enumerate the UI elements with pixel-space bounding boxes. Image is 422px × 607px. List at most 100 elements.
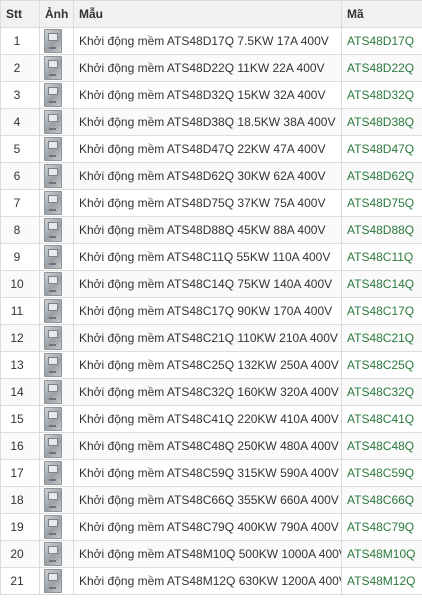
row-stt: 13 [0, 351, 40, 379]
row-stt: 1 [0, 27, 40, 55]
product-thumbnail-icon[interactable] [44, 299, 62, 323]
table-row: 6 Khởi động mềm ATS48D62Q 30KW 62A 400V AT… [0, 162, 422, 190]
product-thumbnail-icon[interactable] [44, 434, 62, 458]
product-thumbnail-icon[interactable] [44, 272, 62, 296]
product-thumbnail-icon[interactable] [44, 326, 62, 350]
row-image-cell [39, 162, 74, 190]
product-thumbnail-icon[interactable] [44, 137, 62, 161]
row-stt: 14 [0, 378, 40, 406]
row-image-cell [39, 297, 74, 325]
header-image: Ảnh [39, 0, 74, 28]
row-model: Khởi động mềm ATS48C59Q 315KW 590A 400V [73, 459, 342, 487]
row-model: Khởi động mềm ATS48D47Q 22KW 47A 400V [73, 135, 342, 163]
row-image-cell [39, 513, 74, 541]
row-stt: 6 [0, 162, 40, 190]
row-code-link[interactable]: ATS48C59Q [341, 459, 422, 487]
product-thumbnail-icon[interactable] [44, 515, 62, 539]
product-thumbnail-icon[interactable] [44, 488, 62, 512]
row-image-cell [39, 405, 74, 433]
table-row: 14 Khởi động mềm ATS48C32Q 160KW 320A 400… [0, 378, 422, 406]
row-code-link[interactable]: ATS48D17Q [341, 27, 422, 55]
row-model: Khởi động mềm ATS48D32Q 15KW 32A 400V [73, 81, 342, 109]
product-thumbnail-icon[interactable] [44, 164, 62, 188]
table-row: 10 Khởi động mềm ATS48C14Q 75KW 140A 400V… [0, 270, 422, 298]
row-code-link[interactable]: ATS48D88Q [341, 216, 422, 244]
row-image-cell [39, 81, 74, 109]
row-stt: 9 [0, 243, 40, 271]
row-code-link[interactable]: ATS48C14Q [341, 270, 422, 298]
product-thumbnail-icon[interactable] [44, 83, 62, 107]
row-stt: 21 [0, 567, 40, 595]
row-model: Khởi động mềm ATS48D22Q 11KW 22A 400V [73, 54, 342, 82]
row-image-cell [39, 54, 74, 82]
row-model: Khởi động mềm ATS48C48Q 250KW 480A 400V [73, 432, 342, 460]
row-stt: 4 [0, 108, 40, 136]
product-thumbnail-icon[interactable] [44, 110, 62, 134]
row-code-link[interactable]: ATS48C17Q [341, 297, 422, 325]
table-row: 3 Khởi động mềm ATS48D32Q 15KW 32A 400V AT… [0, 81, 422, 109]
table-row: 2 Khởi động mềm ATS48D22Q 11KW 22A 400V AT… [0, 54, 422, 82]
row-model: Khởi động mềm ATS48C21Q 110KW 210A 400V [73, 324, 342, 352]
row-stt: 8 [0, 216, 40, 244]
row-code-link[interactable]: ATS48D38Q [341, 108, 422, 136]
table-row: 7 Khởi động mềm ATS48D75Q 37KW 75A 400V AT… [0, 189, 422, 217]
row-model: Khởi động mềm ATS48D38Q 18.5KW 38A 400V [73, 108, 342, 136]
row-model: Khởi động mềm ATS48C25Q 132KW 250A 400V [73, 351, 342, 379]
product-thumbnail-icon[interactable] [44, 191, 62, 215]
row-code-link[interactable]: ATS48C41Q [341, 405, 422, 433]
row-stt: 5 [0, 135, 40, 163]
row-code-link[interactable]: ATS48C21Q [341, 324, 422, 352]
table-header-row: Stt Ảnh Mẫu Mã [0, 0, 422, 28]
product-thumbnail-icon[interactable] [44, 218, 62, 242]
row-code-link[interactable]: ATS48C48Q [341, 432, 422, 460]
product-thumbnail-icon[interactable] [44, 461, 62, 485]
product-thumbnail-icon[interactable] [44, 542, 62, 566]
row-model: Khởi động mềm ATS48D88Q 45KW 88A 400V [73, 216, 342, 244]
table-row: 19 Khởi động mềm ATS48C79Q 400KW 790A 400… [0, 513, 422, 541]
header-stt: Stt [0, 0, 40, 28]
row-code-link[interactable]: ATS48C25Q [341, 351, 422, 379]
product-thumbnail-icon[interactable] [44, 353, 62, 377]
table-body: 1 Khởi động mềm ATS48D17Q 7.5KW 17A 400V A… [0, 27, 422, 595]
row-code-link[interactable]: ATS48D47Q [341, 135, 422, 163]
row-code-link[interactable]: ATS48M12Q [341, 567, 422, 595]
product-thumbnail-icon[interactable] [44, 407, 62, 431]
row-code-link[interactable]: ATS48D62Q [341, 162, 422, 190]
row-model: Khởi động mềm ATS48D62Q 30KW 62A 400V [73, 162, 342, 190]
product-thumbnail-icon[interactable] [44, 380, 62, 404]
table-row: 16 Khởi động mềm ATS48C48Q 250KW 480A 400… [0, 432, 422, 460]
row-image-cell [39, 432, 74, 460]
row-image-cell [39, 189, 74, 217]
row-code-link[interactable]: ATS48C32Q [341, 378, 422, 406]
row-image-cell [39, 108, 74, 136]
row-image-cell [39, 486, 74, 514]
row-stt: 20 [0, 540, 40, 568]
row-image-cell [39, 378, 74, 406]
row-code-link[interactable]: ATS48M10Q [341, 540, 422, 568]
product-thumbnail-icon[interactable] [44, 245, 62, 269]
row-image-cell [39, 27, 74, 55]
row-code-link[interactable]: ATS48C66Q [341, 486, 422, 514]
row-model: Khởi động mềm ATS48C66Q 355KW 660A 400V [73, 486, 342, 514]
row-model: Khởi động mềm ATS48D17Q 7.5KW 17A 400V [73, 27, 342, 55]
table-row: 17 Khởi động mềm ATS48C59Q 315KW 590A 400… [0, 459, 422, 487]
row-image-cell [39, 243, 74, 271]
row-stt: 11 [0, 297, 40, 325]
row-code-link[interactable]: ATS48D32Q [341, 81, 422, 109]
product-thumbnail-icon[interactable] [44, 29, 62, 53]
row-code-link[interactable]: ATS48D22Q [341, 54, 422, 82]
row-stt: 3 [0, 81, 40, 109]
table-row: 18 Khởi động mềm ATS48C66Q 355KW 660A 400… [0, 486, 422, 514]
row-image-cell [39, 351, 74, 379]
row-stt: 2 [0, 54, 40, 82]
table-row: 13 Khởi động mềm ATS48C25Q 132KW 250A 400… [0, 351, 422, 379]
row-image-cell [39, 270, 74, 298]
row-code-link[interactable]: ATS48D75Q [341, 189, 422, 217]
table-row: 12 Khởi động mềm ATS48C21Q 110KW 210A 400… [0, 324, 422, 352]
row-code-link[interactable]: ATS48C79Q [341, 513, 422, 541]
table-row: 1 Khởi động mềm ATS48D17Q 7.5KW 17A 400V A… [0, 27, 422, 55]
row-code-link[interactable]: ATS48C11Q [341, 243, 422, 271]
product-thumbnail-icon[interactable] [44, 56, 62, 80]
header-model: Mẫu [73, 0, 342, 28]
product-thumbnail-icon[interactable] [44, 569, 62, 593]
